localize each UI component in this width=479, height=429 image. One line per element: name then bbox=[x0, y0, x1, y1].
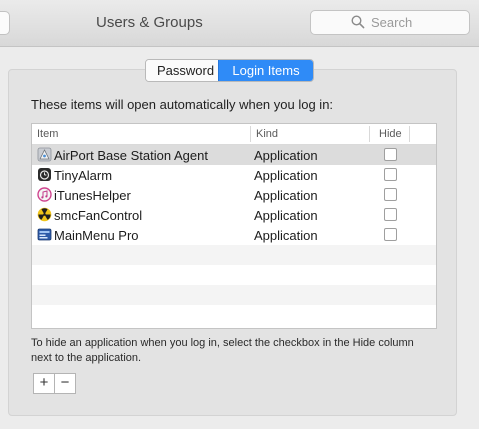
row-item-name: smcFanControl bbox=[54, 208, 143, 223]
tab-login-items[interactable]: Login Items bbox=[218, 60, 313, 81]
remove-button[interactable]: − bbox=[55, 374, 75, 393]
column-header-item[interactable]: Item bbox=[37, 128, 58, 140]
hide-checkbox[interactable] bbox=[384, 148, 397, 161]
column-header-kind[interactable]: Kind bbox=[256, 128, 278, 140]
column-header-hide[interactable]: Hide bbox=[379, 128, 402, 140]
column-divider[interactable] bbox=[369, 126, 370, 142]
add-button[interactable]: + bbox=[34, 374, 55, 393]
tab-password[interactable]: Password bbox=[146, 60, 218, 81]
column-divider[interactable] bbox=[409, 126, 410, 142]
table-body: AirPort Base Station Agent Application T… bbox=[32, 145, 436, 325]
table-row[interactable]: MainMenu Pro Application bbox=[32, 225, 436, 245]
row-item-name: iTunesHelper bbox=[54, 188, 131, 203]
row-item-name: AirPort Base Station Agent bbox=[54, 148, 208, 163]
airport-icon bbox=[37, 147, 52, 162]
empty-row bbox=[32, 305, 436, 325]
hide-checkbox[interactable] bbox=[384, 208, 397, 221]
row-item-kind: Application bbox=[254, 148, 318, 163]
intro-text: These items will open automatically when… bbox=[31, 97, 334, 112]
empty-row bbox=[32, 245, 436, 265]
empty-row bbox=[32, 285, 436, 305]
row-item-kind: Application bbox=[254, 208, 318, 223]
table-row[interactable]: TinyAlarm Application bbox=[32, 165, 436, 185]
empty-row bbox=[32, 265, 436, 285]
row-item-name: TinyAlarm bbox=[54, 168, 113, 183]
fan-icon bbox=[37, 207, 52, 222]
search-field[interactable]: Search bbox=[310, 10, 470, 35]
search-placeholder: Search bbox=[371, 15, 413, 30]
tab-bar: Password Login Items bbox=[145, 59, 314, 82]
row-item-name: MainMenu Pro bbox=[54, 228, 139, 243]
hide-hint-text: To hide an application when you log in, … bbox=[31, 337, 414, 364]
search-icon bbox=[351, 15, 365, 29]
window-title: Users & Groups bbox=[96, 14, 203, 31]
table-row[interactable]: AirPort Base Station Agent Application bbox=[32, 145, 436, 165]
mainmenu-icon bbox=[37, 228, 52, 241]
itunes-icon bbox=[37, 187, 52, 202]
table-header: Item Kind Hide bbox=[32, 124, 436, 145]
tinyalarm-icon bbox=[38, 168, 51, 181]
hide-checkbox[interactable] bbox=[384, 228, 397, 241]
hide-checkbox[interactable] bbox=[384, 188, 397, 201]
login-items-table: Item Kind Hide AirPort Base Station Agen… bbox=[31, 123, 437, 329]
row-item-kind: Application bbox=[254, 228, 318, 243]
table-row[interactable]: iTunesHelper Application bbox=[32, 185, 436, 205]
column-divider[interactable] bbox=[250, 126, 251, 142]
add-remove-buttons: + − bbox=[33, 373, 76, 394]
row-item-kind: Application bbox=[254, 188, 318, 203]
titlebar: Users & Groups Search bbox=[0, 0, 479, 47]
table-row[interactable]: smcFanControl Application bbox=[32, 205, 436, 225]
row-item-kind: Application bbox=[254, 168, 318, 183]
back-button[interactable] bbox=[0, 11, 10, 35]
hide-checkbox[interactable] bbox=[384, 168, 397, 181]
